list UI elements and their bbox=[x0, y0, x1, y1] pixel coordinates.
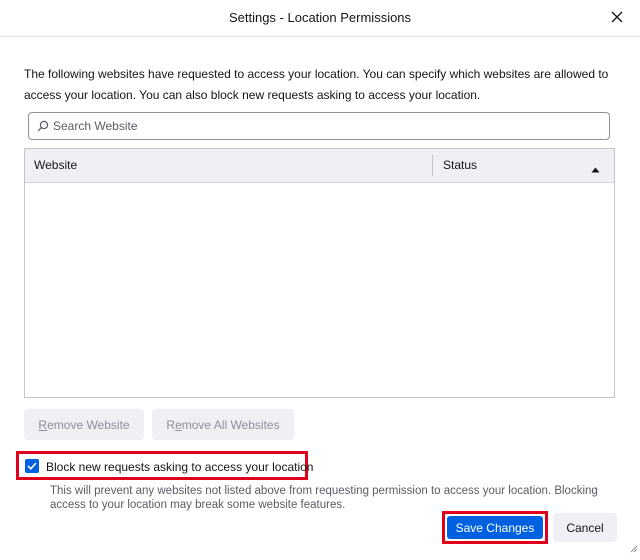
column-header-website[interactable]: Website bbox=[34, 158, 77, 172]
column-header-status[interactable]: Status bbox=[443, 158, 477, 172]
block-requests-checkbox-row[interactable]: Block new requests asking to access your… bbox=[16, 451, 313, 480]
checkmark-icon bbox=[27, 462, 37, 470]
block-requests-checkbox[interactable] bbox=[25, 459, 39, 473]
remove-website-button[interactable]: Remove Website bbox=[24, 409, 144, 440]
search-input[interactable] bbox=[53, 116, 593, 136]
close-icon[interactable] bbox=[608, 8, 626, 26]
column-divider[interactable] bbox=[432, 155, 433, 176]
save-changes-button[interactable]: Save Changes bbox=[447, 516, 543, 539]
remove-all-websites-button[interactable]: Remove All Websites bbox=[152, 409, 294, 440]
sort-ascending-icon[interactable] bbox=[591, 160, 600, 178]
resize-grip-icon[interactable] bbox=[628, 540, 638, 558]
title-bar: Settings - Location Permissions bbox=[0, 0, 640, 37]
search-box[interactable] bbox=[28, 112, 610, 140]
dialog-title: Settings - Location Permissions bbox=[228, 10, 412, 25]
search-icon bbox=[37, 119, 49, 137]
cancel-button[interactable]: Cancel bbox=[553, 513, 617, 542]
block-requests-label[interactable]: Block new requests asking to access your… bbox=[46, 460, 313, 474]
block-requests-note: This will prevent any websites not liste… bbox=[50, 485, 598, 511]
save-button-highlight: Save Changes bbox=[442, 511, 548, 544]
remove-all-websites-label: Remove All Websites bbox=[166, 417, 280, 432]
permissions-table: Website Status bbox=[24, 148, 615, 398]
dialog-description: The following websites have requested to… bbox=[24, 67, 609, 102]
table-header: Website Status bbox=[25, 149, 614, 183]
location-permissions-dialog: Settings - Location Permissions The foll… bbox=[0, 0, 640, 560]
remove-website-label: Remove Website bbox=[38, 417, 130, 432]
